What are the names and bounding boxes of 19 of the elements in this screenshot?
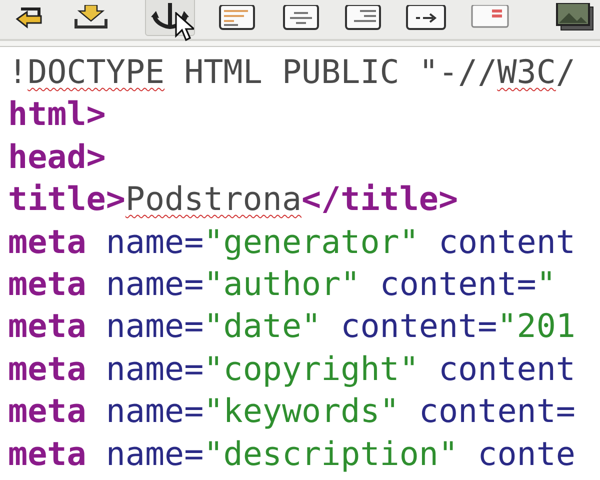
code-line: !DOCTYPE HTML PUBLIC "-//W3C/ <box>8 52 576 93</box>
image-icon <box>555 3 595 31</box>
mouse-cursor-icon <box>174 12 194 42</box>
align-center-document-icon <box>282 5 320 31</box>
code-line: meta name="author" content=" <box>8 264 557 305</box>
code-line: meta name="date" content="201 <box>8 306 576 348</box>
align-left-document-icon <box>218 5 256 31</box>
comment-document-icon <box>405 5 447 31</box>
code-line: title>Podstrona</title> <box>8 179 460 220</box>
code-line: html> <box>8 94 107 136</box>
code-line: meta name="keywords" content= <box>8 391 576 432</box>
code-line: meta name="description" conte <box>8 434 576 475</box>
anchor-icon <box>150 3 190 31</box>
download-tray-icon <box>72 5 110 31</box>
code-line: meta name="copyright" content <box>8 348 576 390</box>
align-right-document-icon <box>344 5 382 31</box>
highlight-document-icon <box>470 5 510 31</box>
code-line: head> <box>8 136 107 178</box>
code-line: meta name="generator" content <box>8 222 576 263</box>
